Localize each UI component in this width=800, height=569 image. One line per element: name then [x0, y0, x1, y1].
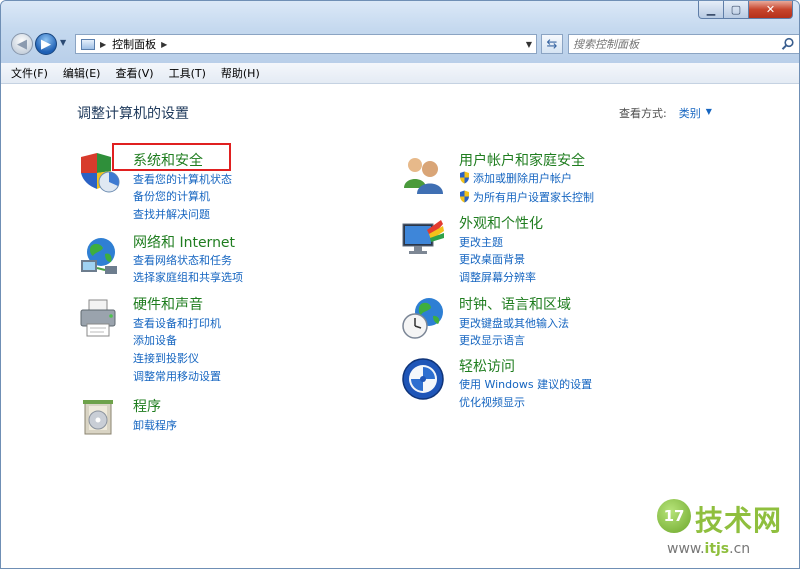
- network-globe-icon[interactable]: [77, 234, 121, 278]
- view-by: 查看方式: 类别 ▼: [619, 105, 712, 121]
- link-screen-resolution[interactable]: 调整屏幕分辨率: [459, 269, 536, 285]
- menu-view[interactable]: 查看(V): [110, 65, 158, 81]
- menu-bar: 文件(F) 编辑(E) 查看(V) 工具(T) 帮助(H): [1, 63, 799, 84]
- watermark-url: www.itjs.cn: [667, 541, 751, 557]
- refresh-button[interactable]: ⇆: [541, 34, 563, 54]
- view-by-label: 查看方式:: [619, 107, 667, 120]
- breadcrumb-arrow-icon[interactable]: ▶: [161, 40, 167, 49]
- clock-globe-icon[interactable]: [401, 296, 445, 340]
- link-label: 添加或删除用户帐户: [473, 172, 572, 185]
- link-troubleshoot[interactable]: 查找并解决问题: [133, 206, 210, 222]
- ease-of-access-icon[interactable]: [401, 357, 445, 401]
- minimize-button[interactable]: ▁: [698, 1, 724, 19]
- category-title-clock-language[interactable]: 时钟、语言和区域: [459, 294, 571, 314]
- watermark-logo: 17 技术网 www.itjs.cn: [653, 497, 793, 565]
- category-title-hardware-sound[interactable]: 硬件和声音: [133, 294, 203, 314]
- category-title-network[interactable]: 网络和 Internet: [133, 232, 235, 252]
- window-frame: ▁ ▢ ✕ ◀ ▶ ▼ ▶ 控制面板 ▶ ▼ ⇆: [1, 1, 799, 63]
- users-icon[interactable]: [401, 152, 445, 196]
- link-add-device[interactable]: 添加设备: [133, 332, 177, 348]
- link-keyboard-input[interactable]: 更改键盘或其他输入法: [459, 315, 569, 331]
- chevron-down-icon: ▼: [525, 39, 533, 49]
- search-input[interactable]: [573, 36, 773, 52]
- caption-buttons: ▁ ▢ ✕: [698, 1, 793, 19]
- maximize-icon: ▢: [730, 3, 742, 16]
- uac-shield-icon: [460, 190, 469, 203]
- content-area: 调整计算机的设置 查看方式: 类别 ▼ 系统和安全 查看您的计算机状态 备份您的…: [1, 84, 799, 568]
- forward-button[interactable]: ▶: [35, 33, 57, 55]
- recent-pages-button[interactable]: ▼: [60, 38, 70, 50]
- address-bar[interactable]: ▶ 控制面板 ▶ ▼: [75, 34, 537, 54]
- link-parental-controls[interactable]: 为所有用户设置家长控制: [459, 189, 594, 205]
- back-button[interactable]: ◀: [11, 33, 33, 55]
- link-view-computer-status[interactable]: 查看您的计算机状态: [133, 171, 232, 187]
- arrow-left-icon: ◀: [17, 36, 27, 52]
- close-button[interactable]: ✕: [749, 1, 793, 19]
- minimize-icon: ▁: [706, 3, 716, 16]
- link-network-status[interactable]: 查看网络状态和任务: [133, 252, 232, 268]
- menu-help[interactable]: 帮助(H): [216, 65, 265, 81]
- arrow-right-icon: ▶: [41, 36, 51, 52]
- link-change-theme[interactable]: 更改主题: [459, 234, 503, 250]
- link-mobility-settings[interactable]: 调整常用移动设置: [133, 368, 221, 384]
- programs-box-icon[interactable]: [77, 396, 121, 440]
- category-title-ease-of-access[interactable]: 轻松访问: [459, 356, 515, 376]
- link-optimize-display[interactable]: 优化视频显示: [459, 394, 525, 410]
- refresh-icon: ⇆: [546, 36, 558, 52]
- link-connect-projector[interactable]: 连接到投影仪: [133, 350, 199, 366]
- category-title-appearance[interactable]: 外观和个性化: [459, 213, 543, 233]
- highlight-box: [112, 143, 231, 171]
- maximize-button[interactable]: ▢: [724, 1, 749, 19]
- chevron-down-icon[interactable]: ▼: [706, 107, 712, 121]
- view-by-dropdown[interactable]: 类别: [679, 105, 701, 121]
- watermark-text: 技术网: [695, 504, 783, 537]
- navigation-bar: ◀ ▶ ▼ ▶ 控制面板 ▶ ▼ ⇆: [9, 33, 799, 57]
- monitor-palette-icon[interactable]: [401, 216, 445, 260]
- link-recommended-settings[interactable]: 使用 Windows 建议的设置: [459, 376, 592, 392]
- close-icon: ✕: [765, 3, 776, 16]
- menu-tools[interactable]: 工具(T): [164, 65, 211, 81]
- menu-file[interactable]: 文件(F): [6, 65, 53, 81]
- control-panel-icon: [81, 38, 95, 50]
- link-desktop-background[interactable]: 更改桌面背景: [459, 251, 525, 267]
- breadcrumb-control-panel[interactable]: 控制面板: [112, 36, 156, 52]
- category-title-user-accounts[interactable]: 用户帐户和家庭安全: [459, 150, 585, 170]
- link-backup-computer[interactable]: 备份您的计算机: [133, 188, 210, 204]
- uac-shield-icon: [460, 171, 469, 184]
- search-box[interactable]: [568, 34, 799, 54]
- link-display-language[interactable]: 更改显示语言: [459, 332, 525, 348]
- category-title-programs[interactable]: 程序: [133, 396, 161, 416]
- watermark-badge: 17: [657, 499, 691, 533]
- link-label: 为所有用户设置家长控制: [473, 191, 594, 204]
- breadcrumb-arrow-icon[interactable]: ▶: [100, 40, 106, 49]
- address-dropdown-button[interactable]: ▼: [522, 40, 536, 49]
- chevron-down-icon: ▼: [60, 38, 67, 47]
- page-title: 调整计算机的设置: [77, 106, 189, 122]
- link-uninstall-program[interactable]: 卸载程序: [133, 417, 177, 433]
- search-icon[interactable]: [781, 37, 795, 51]
- link-devices-printers[interactable]: 查看设备和打印机: [133, 315, 221, 331]
- menu-edit[interactable]: 编辑(E): [58, 65, 106, 81]
- link-add-remove-accounts[interactable]: 添加或删除用户帐户: [459, 170, 572, 186]
- printer-icon[interactable]: [77, 296, 121, 340]
- link-homegroup-sharing[interactable]: 选择家庭组和共享选项: [133, 269, 243, 285]
- control-panel-window: ▁ ▢ ✕ ◀ ▶ ▼ ▶ 控制面板 ▶ ▼ ⇆ 搜索控制面板 文件(F) 编辑…: [0, 0, 800, 569]
